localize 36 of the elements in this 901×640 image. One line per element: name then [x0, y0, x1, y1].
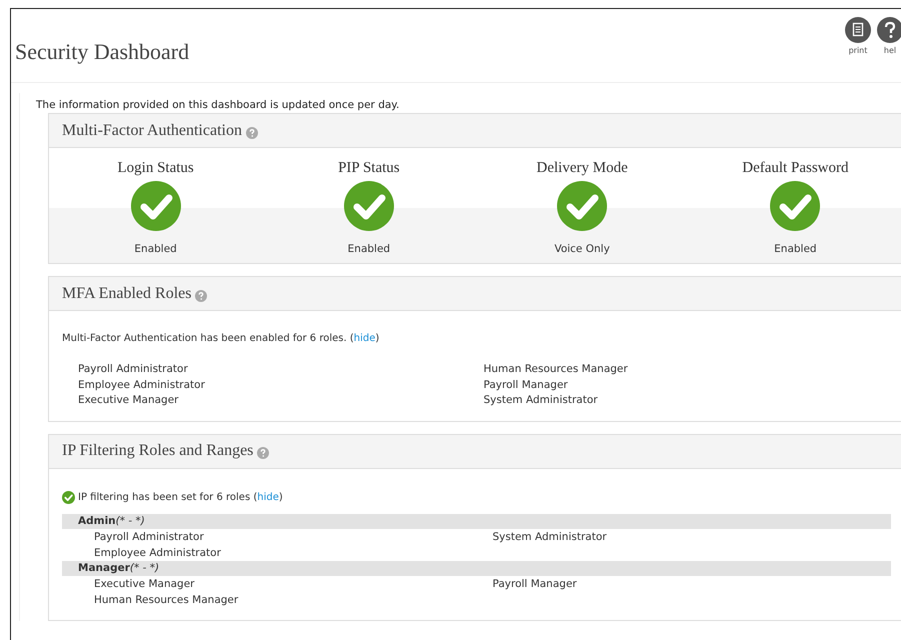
status-label: Delivery Mode — [536, 160, 628, 177]
status-label: PIP Status — [338, 160, 400, 177]
update-note: The information provided on this dashboard is updated once per day. — [36, 99, 400, 111]
panel-title: IP Filtering Roles and Ranges — [62, 442, 254, 460]
document-icon[interactable] — [845, 17, 871, 43]
group-header: Manager(* - *) — [62, 560, 891, 576]
role-name: System Administrator — [484, 393, 599, 408]
role-name: Executive Manager — [94, 576, 196, 592]
help-icon[interactable] — [877, 17, 901, 43]
status-value: Enabled — [134, 243, 177, 255]
status-label: Default Password — [742, 160, 848, 177]
role-name: Employee Administrator — [94, 546, 222, 560]
panel-title: MFA Enabled Roles — [62, 284, 192, 302]
role-name: Human Resources Manager — [94, 592, 240, 608]
role-name: Employee Administrator — [78, 378, 206, 392]
status-value: Enabled — [348, 243, 390, 255]
role-name: Payroll Administrator — [94, 530, 205, 544]
help-button[interactable]: hel — [877, 17, 901, 55]
hide-link[interactable]: hide — [257, 492, 279, 502]
status-label: Login Status — [117, 160, 194, 177]
print-button[interactable]: print — [845, 17, 871, 55]
summary-text: IP filtering has been set for 6 roles (hide) — [78, 492, 283, 502]
role-name: Human Resources Manager — [484, 362, 629, 377]
hide-link[interactable]: hide — [354, 333, 376, 344]
role-name: Payroll Manager — [492, 576, 578, 592]
group-header: Admin(* - *) — [62, 514, 891, 528]
panel-title: Multi-Factor Authentication — [62, 122, 242, 140]
role-name: Payroll Manager — [484, 378, 569, 392]
role-name: Executive Manager — [78, 393, 180, 408]
role-name: Payroll Administrator — [78, 362, 189, 377]
status-value: Enabled — [774, 243, 817, 255]
summary-text: Multi-Factor Authentication has been enabled for 6 roles. (hide) — [62, 333, 380, 344]
check-icon — [62, 490, 75, 504]
status-value: Voice Only — [554, 243, 610, 255]
role-name: System Administrator — [492, 530, 608, 544]
page-title: Security Dashboard — [15, 39, 190, 65]
